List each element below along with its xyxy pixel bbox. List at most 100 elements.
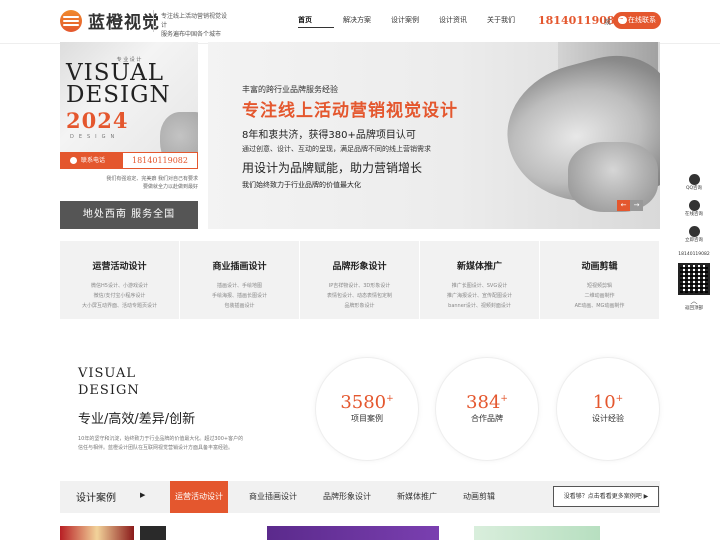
case-thumbnail[interactable] [140, 526, 166, 540]
logo[interactable]: 蓝橙视觉 [60, 8, 160, 33]
card-year: 2024 [66, 108, 129, 133]
case-thumbnail[interactable] [474, 526, 600, 540]
service-line: 推广长图设计、SVG设计 [451, 283, 508, 289]
chevron-up-icon: ︿ [690, 297, 698, 305]
service-line: 插画设计、手绘地图 [216, 283, 262, 289]
case-tab-illustration[interactable]: 商业插画设计 [244, 481, 302, 513]
hero-banner[interactable]: 丰富的跨行业品牌服务经验 专注线上活动营销视觉设计 8年和衷共济，获得380+品… [208, 42, 660, 229]
logo-text: 蓝橙视觉 [88, 13, 160, 33]
case-bar: 设计案例 ▶ 运营活动设计 商业插画设计 品牌形象设计 新媒体推广 动画剪辑 没… [60, 481, 660, 513]
service-line: 微信H5设计、小游戏设计 [91, 283, 148, 289]
sidebar-qq-label: QQ咨询 [685, 186, 703, 191]
service-card[interactable]: 运营活动设计 微信H5设计、小游戏设计 微信/支付宝小程序设计 大小屏互动界面、… [60, 241, 180, 319]
stat-label: 设计经验 [592, 414, 624, 423]
sidebar-phone[interactable]: 18140119082 [676, 252, 712, 257]
sidebar-online-label: 在线咨询 [685, 212, 703, 217]
card-design-small: DESIGN [70, 134, 120, 140]
stat-label: 项目案例 [351, 414, 383, 423]
service-card[interactable]: 新媒体推广 推广长图设计、SVG设计 推广海报设计、宣传配图设计 banner设… [420, 241, 540, 319]
about-design: DESIGN [78, 383, 140, 398]
online-contact-label: 在线联系 [628, 16, 656, 24]
phone-icon [70, 157, 77, 164]
contact-bar[interactable]: 联系电话 18140119082 [60, 152, 198, 169]
case-title: 设计案例 [76, 493, 116, 504]
slogan-line-2: 服务遍布中国各个城市 [161, 31, 222, 38]
stat-number: 384+ [466, 392, 508, 413]
service-card[interactable]: 商业插画设计 插画设计、手绘地图 手绘海报、插画长图设计 包装插画设计 [180, 241, 300, 319]
service-line: 大小屏互动界面、活动专题页设计 [81, 303, 157, 309]
stat-label: 合作品牌 [471, 414, 503, 423]
left-note: 我们有强追定、完美癖 我们对自己有要求 要做就全力以赴做到最好 [106, 176, 198, 190]
sidebar-qq[interactable]: QQ咨询 [676, 174, 712, 198]
about-visual: VISUAL [78, 366, 137, 381]
nav-solutions[interactable]: 解决方案 [343, 0, 391, 44]
nav-news[interactable]: 设计资讯 [439, 0, 487, 44]
case-tabs: 运营活动设计 商业插画设计 品牌形象设计 新媒体推广 动画剪辑 [170, 481, 516, 513]
phone-icon [688, 226, 700, 237]
banner-line: 通过创意、设计、互动的呈现，满足品牌不同的线上营销需求 [242, 145, 431, 153]
case-thumbnail[interactable] [60, 526, 134, 540]
banner-small: 我们始终致力于行业品牌的价值最大化 [242, 181, 361, 189]
card-design-text: DESIGN [66, 82, 171, 108]
banner-tagline: 用设计为品牌赋能，助力营销增长 [242, 161, 423, 175]
chat-icon [688, 200, 700, 211]
service-line: AE动画、MG动画制作 [574, 303, 625, 309]
contact-phone[interactable]: 18140119082 [123, 153, 197, 168]
qr-code [678, 263, 710, 295]
sidebar-online[interactable]: 在线咨询 [676, 200, 712, 224]
banner-eyebrow: 丰富的跨行业品牌服务经验 [242, 85, 338, 94]
service-card[interactable]: 动画剪辑 短视频剪辑 二维动画制作 AE动画、MG动画制作 [540, 241, 660, 319]
about-visual-design: VISUAL DESIGN [78, 365, 140, 399]
nav-cases[interactable]: 设计案例 [391, 0, 439, 44]
sculpture-image [160, 112, 198, 152]
header-slogan: 专注线上活动营销视觉设计 服务遍布中国各个城市 [161, 12, 231, 39]
stat-number: 10+ [592, 392, 624, 413]
stat-experience: 10+ 设计经验 [556, 357, 660, 461]
banner-arrows: ← → [617, 200, 643, 211]
slogan-line-1: 专注线上活动营销视觉设计 [161, 13, 228, 29]
case-tab-activity[interactable]: 运营活动设计 [170, 481, 228, 513]
service-title: 品牌形象设计 [332, 262, 387, 272]
stat-projects: 3580+ 项目案例 [315, 357, 419, 461]
case-tab-brand[interactable]: 品牌形象设计 [318, 481, 376, 513]
case-tab-newmedia[interactable]: 新媒体推广 [392, 481, 442, 513]
sidebar-call[interactable]: 立即咨询 [676, 226, 712, 250]
service-line: 推广海报设计、宣传配图设计 [446, 293, 512, 299]
service-line: 包装插画设计 [224, 303, 255, 309]
service-line: 微信/支付宝小程序设计 [93, 293, 146, 299]
about-text: 10年的坚守和沉淀，始终致力于行业品牌的价值最大化。超过300+客户的信任与相伴… [78, 436, 244, 451]
floating-sidebar: QQ咨询 在线咨询 立即咨询 18140119082 ︿ 返回顶部 [676, 172, 712, 311]
stat-brands: 384+ 合作品牌 [435, 357, 539, 461]
nav-home[interactable]: 首页 [298, 0, 334, 44]
back-to-top[interactable]: ︿ 返回顶部 [676, 297, 712, 312]
homepage: 蓝橙视觉 专注线上活动营销视觉设计 服务遍布中国各个城市 首页 解决方案 设计案… [0, 0, 720, 540]
next-arrow-icon[interactable]: → [630, 200, 643, 211]
service-title: 动画剪辑 [581, 262, 618, 272]
banner-title: 专注线上活动营销视觉设计 [242, 101, 458, 121]
contact-label-box: 联系电话 [61, 153, 123, 168]
service-line: 手绘海报、插画长图设计 [211, 293, 267, 299]
nav-about[interactable]: 关于我们 [487, 0, 535, 44]
more-cases-button[interactable]: 没看够？点击看看更多案例吧 ▶ [553, 486, 659, 507]
banner-sculpture-base [568, 142, 658, 212]
main-nav: 首页 解决方案 设计案例 设计资讯 关于我们 [290, 0, 535, 44]
service-line: 二维动画制作 [584, 293, 615, 299]
service-title: 运营活动设计 [92, 262, 147, 272]
sidebar-call-label: 立即咨询 [685, 238, 703, 243]
service-line: IP吉祥物设计、3D形象设计 [328, 283, 391, 289]
service-line: banner设计、视频封面设计 [448, 303, 511, 309]
prev-arrow-icon[interactable]: ← [617, 200, 630, 211]
back-to-top-label: 返回顶部 [685, 306, 703, 311]
region-box: 地处西南 服务全国 [60, 201, 198, 229]
header: 蓝橙视觉 专注线上活动营销视觉设计 服务遍布中国各个城市 首页 解决方案 设计案… [0, 0, 720, 44]
chat-icon [618, 11, 627, 28]
service-line: 品牌形象设计 [344, 303, 375, 309]
case-thumbnail[interactable] [267, 526, 439, 540]
online-contact-button[interactable]: 在线联系 [613, 11, 661, 29]
service-line: 表情包设计、动态表情包定制 [326, 293, 392, 299]
contact-label: 联系电话 [81, 157, 106, 164]
case-tab-animation[interactable]: 动画剪辑 [458, 481, 500, 513]
header-or: 或 [604, 18, 611, 26]
service-card[interactable]: 品牌形象设计 IP吉祥物设计、3D形象设计 表情包设计、动态表情包定制 品牌形象… [300, 241, 420, 319]
qq-icon [688, 174, 700, 185]
